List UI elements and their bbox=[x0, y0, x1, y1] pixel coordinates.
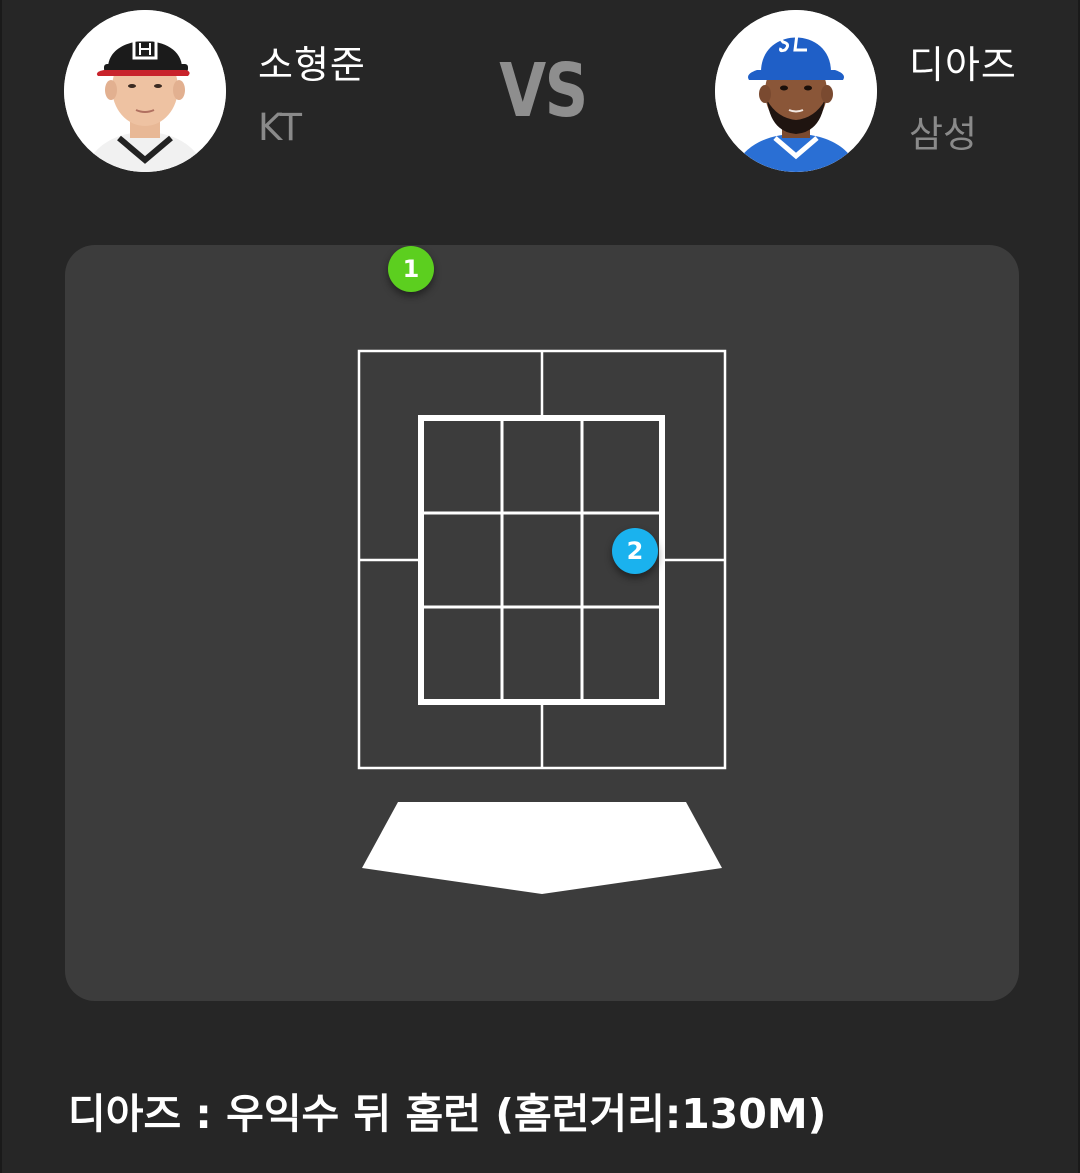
matchup-screen: 소형준 KT VS 디아즈 삼성 1 2 디아즈: 우익수 뒤 홈런 (홈런거… bbox=[0, 0, 1080, 1173]
home-plate-icon bbox=[362, 802, 722, 894]
outer-zone bbox=[357, 349, 727, 770]
strike-zone-diagram bbox=[357, 349, 727, 894]
at-bat-result: 디아즈 : 우익수 뒤 홈런 (홈런거리:130M) bbox=[68, 1090, 827, 1138]
pitch-marker-2[interactable]: 2 bbox=[612, 528, 658, 574]
pitch-marker-1[interactable]: 1 bbox=[388, 246, 434, 292]
